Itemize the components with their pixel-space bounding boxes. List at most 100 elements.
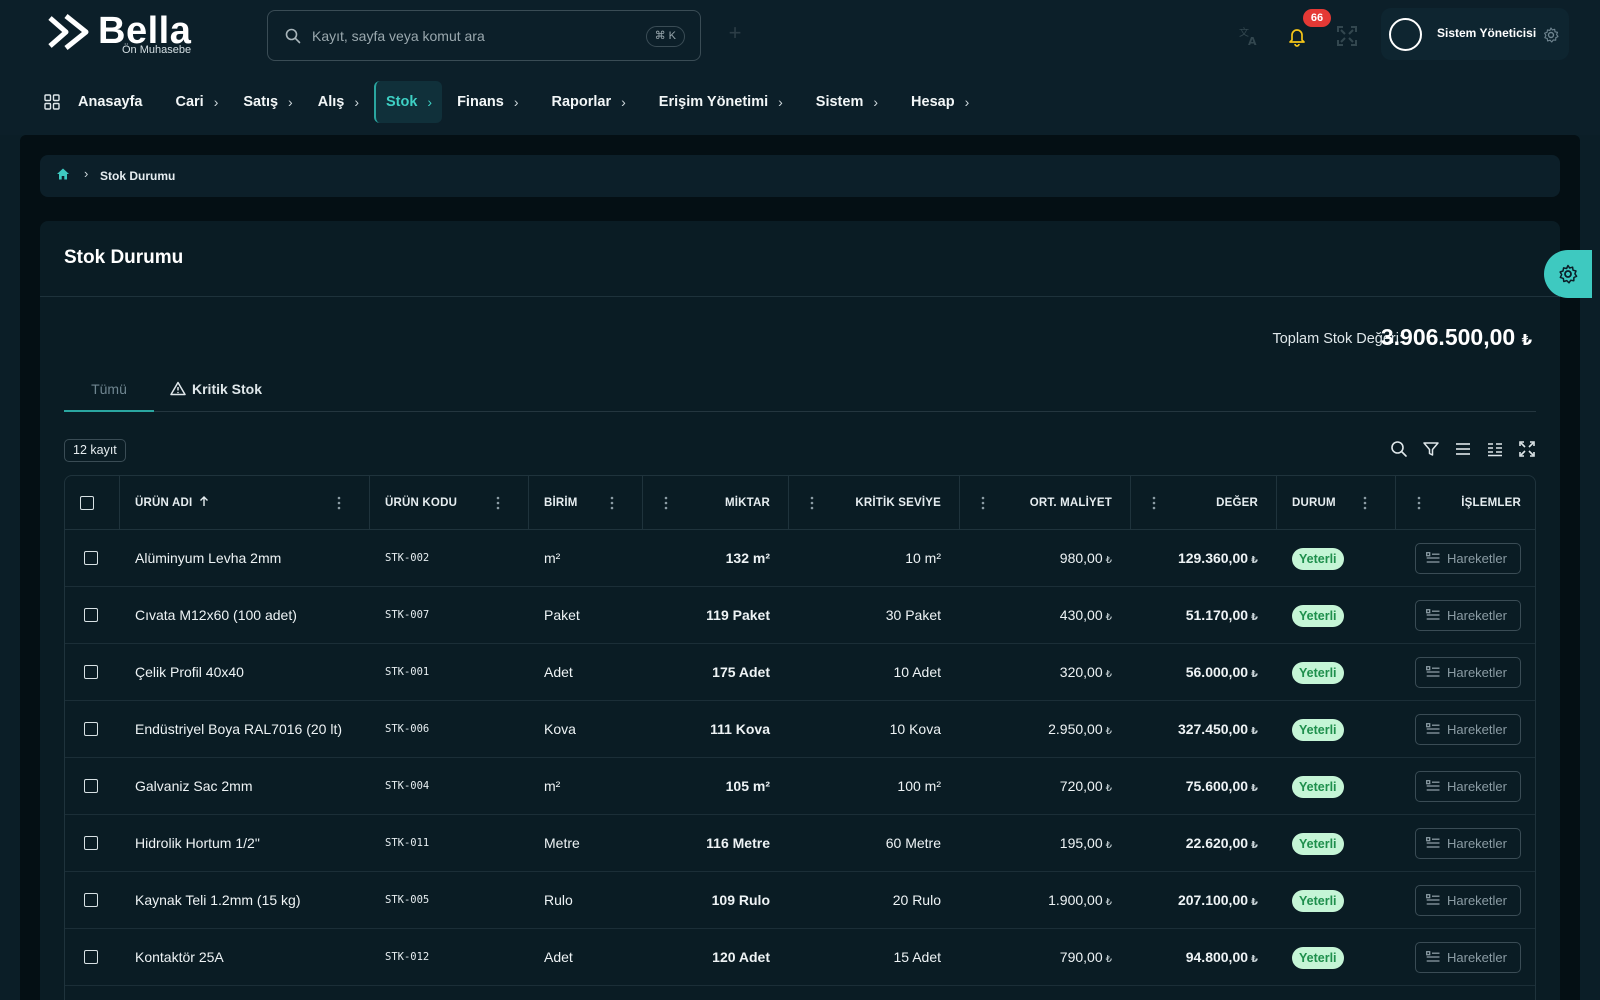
cell-product-code: STK-004 bbox=[385, 780, 430, 792]
cell-critical-level: 60 Metre bbox=[885, 835, 941, 851]
cell-quantity: 105 m² bbox=[725, 778, 770, 794]
cell-value: 22.620,00 ₺ bbox=[1185, 835, 1258, 851]
column-menu-icon[interactable] bbox=[1363, 496, 1367, 510]
value-amount: 56.000,00 bbox=[1185, 664, 1249, 680]
movements-button[interactable]: Hareketler bbox=[1415, 543, 1521, 574]
nav-item-cari[interactable]: Cari › bbox=[165, 81, 228, 123]
cell-value: 51.170,00 ₺ bbox=[1185, 607, 1258, 623]
filter-icon[interactable] bbox=[1422, 440, 1440, 458]
movements-label: Hareketler bbox=[1447, 665, 1507, 680]
app-logo[interactable]: Bella Ön Muhasebe bbox=[46, 10, 216, 60]
nav-item-raporlar[interactable]: Raporlar › bbox=[541, 81, 635, 123]
movements-button[interactable]: Hareketler bbox=[1415, 828, 1521, 859]
settings-gear-icon[interactable] bbox=[1543, 27, 1559, 43]
tab-all[interactable]: Tümü bbox=[64, 375, 154, 412]
nav-item-anasayfa[interactable]: Anasayfa bbox=[44, 81, 152, 123]
density-icon[interactable] bbox=[1454, 440, 1472, 458]
row-checkbox[interactable] bbox=[84, 836, 98, 850]
table-row[interactable]: Alüminyum Levha 2mm STK-002 m² 132 m² 10 m² 9… bbox=[65, 530, 1535, 587]
table-row[interactable]: Çelik Profil 40x40 STK-001 Adet 175 Adet 10 … bbox=[65, 644, 1535, 701]
col-header-value[interactable]: DEĞER bbox=[1173, 476, 1258, 530]
nav-item-satis[interactable]: Satış › bbox=[233, 81, 302, 123]
cell-quantity: 120 Adet bbox=[712, 949, 770, 965]
tab-critical-stock[interactable]: Kritik Stok bbox=[170, 375, 262, 412]
column-menu-icon[interactable] bbox=[337, 496, 341, 510]
cell-value: 75.600,00 ₺ bbox=[1185, 778, 1258, 794]
col-header-status[interactable]: DURUM bbox=[1292, 476, 1336, 530]
row-checkbox[interactable] bbox=[84, 950, 98, 964]
row-checkbox[interactable] bbox=[84, 779, 98, 793]
logo-mark-icon bbox=[48, 14, 89, 50]
cell-critical-level: 30 Paket bbox=[885, 607, 941, 623]
table-row[interactable]: Endüstriyel Boya RAL7016 (20 lt) STK-006 K… bbox=[65, 701, 1535, 758]
col-header-unit[interactable]: BİRİM bbox=[544, 476, 578, 530]
theme-settings-button[interactable] bbox=[1544, 250, 1592, 298]
table-row[interactable]: Galvaniz Sac 2mm STK-004 m² 105 m² 100 m² 720… bbox=[65, 758, 1535, 815]
nav-label: Satış bbox=[243, 94, 279, 110]
column-menu-icon[interactable] bbox=[810, 496, 814, 510]
chevron-right-icon: › bbox=[621, 94, 626, 110]
table-row[interactable]: Cıvata M12x60 (100 adet) STK-007 Paket 119 … bbox=[65, 587, 1535, 644]
movements-button[interactable]: Hareketler bbox=[1415, 600, 1521, 631]
column-menu-icon[interactable] bbox=[496, 496, 500, 510]
expand-icon[interactable] bbox=[1518, 440, 1536, 458]
row-checkbox[interactable] bbox=[84, 665, 98, 679]
movements-button[interactable]: Hareketler bbox=[1415, 771, 1521, 802]
table-row[interactable]: Hidrolik Hortum 1/2" STK-011 Metre 116 Metr… bbox=[65, 815, 1535, 872]
gear-icon bbox=[1559, 264, 1578, 284]
col-header-critical-level[interactable]: KRİTİK SEVİYE bbox=[831, 476, 941, 530]
list-icon bbox=[1426, 894, 1440, 905]
columns-icon[interactable] bbox=[1486, 440, 1504, 458]
fullscreen-icon[interactable] bbox=[1336, 25, 1358, 47]
search-shortcut: ⌘ K bbox=[645, 26, 685, 47]
nav-item-alis[interactable]: Alış › bbox=[308, 81, 369, 123]
status-badge: Yeterli bbox=[1292, 833, 1344, 855]
nav-item-sistem[interactable]: Sistem › bbox=[806, 81, 888, 123]
row-checkbox[interactable] bbox=[84, 551, 98, 565]
column-menu-icon[interactable] bbox=[1417, 496, 1421, 510]
table-row[interactable]: Kontaktör 25A STK-012 Adet 120 Adet 15 Adet 7… bbox=[65, 929, 1535, 986]
column-menu-icon[interactable] bbox=[664, 496, 668, 510]
chevron-right-icon: › bbox=[964, 94, 970, 110]
logo-subtitle: Ön Muhasebe bbox=[122, 44, 192, 56]
table-row[interactable]: Kaynak Teli 1.2mm (15 kg) STK-005 Rulo 109 … bbox=[65, 872, 1535, 929]
breadcrumb-current: Stok Durumu bbox=[100, 169, 176, 183]
col-header-quantity[interactable]: MİKTAR bbox=[685, 476, 770, 530]
movements-button[interactable]: Hareketler bbox=[1415, 657, 1521, 688]
movements-button[interactable]: Hareketler bbox=[1415, 942, 1521, 973]
stock-table: ÜRÜN ADI ÜRÜN KODU BİRİM MİKTAR KRİTİK S… bbox=[64, 475, 1536, 1000]
row-checkbox[interactable] bbox=[84, 893, 98, 907]
warning-triangle-icon bbox=[170, 381, 186, 396]
row-checkbox[interactable] bbox=[84, 608, 98, 622]
nav-item-stok[interactable]: Stok › bbox=[373, 81, 443, 123]
nav-item-finans[interactable]: Finans › bbox=[447, 81, 528, 123]
divider bbox=[40, 296, 1560, 297]
global-search[interactable]: ⌘ K bbox=[267, 10, 701, 61]
translate-icon[interactable]: 文 A bbox=[1238, 25, 1260, 47]
col-header-name[interactable]: ÜRÜN ADI bbox=[135, 476, 209, 530]
column-menu-icon[interactable] bbox=[1152, 496, 1156, 510]
movements-button[interactable]: Hareketler bbox=[1415, 885, 1521, 916]
user-menu[interactable]: Sistem Yöneticisi bbox=[1381, 8, 1569, 60]
cell-critical-level: 15 Adet bbox=[893, 949, 942, 965]
home-icon[interactable] bbox=[56, 167, 70, 181]
col-header-avg-cost[interactable]: ORT. MALİYET bbox=[1002, 476, 1112, 530]
bell-icon[interactable] bbox=[1286, 25, 1308, 47]
column-menu-icon[interactable] bbox=[610, 496, 614, 510]
nav-item-erisim-yonetimi[interactable]: Erişim Yönetimi › bbox=[649, 81, 793, 123]
movements-button[interactable]: Hareketler bbox=[1415, 714, 1521, 745]
column-menu-icon[interactable] bbox=[981, 496, 985, 510]
nav-item-hesap[interactable]: Hesap › bbox=[901, 81, 979, 123]
cell-critical-level: 100 m² bbox=[897, 778, 941, 794]
avg-cost-amount: 320,00 bbox=[1059, 664, 1103, 680]
select-all-checkbox[interactable] bbox=[80, 496, 94, 510]
status-badge: Yeterli bbox=[1292, 776, 1344, 798]
search-input[interactable] bbox=[312, 11, 622, 60]
nav-label: Finans bbox=[457, 94, 504, 110]
search-icon[interactable] bbox=[1390, 440, 1408, 458]
plus-icon[interactable]: + bbox=[726, 22, 744, 44]
cell-avg-cost: 195,00 ₺ bbox=[1059, 835, 1112, 851]
col-header-code[interactable]: ÜRÜN KODU bbox=[385, 476, 457, 530]
row-checkbox[interactable] bbox=[84, 722, 98, 736]
main-nav: Anasayfa Cari › Satış › Alış › Stok › Fi… bbox=[44, 80, 984, 124]
